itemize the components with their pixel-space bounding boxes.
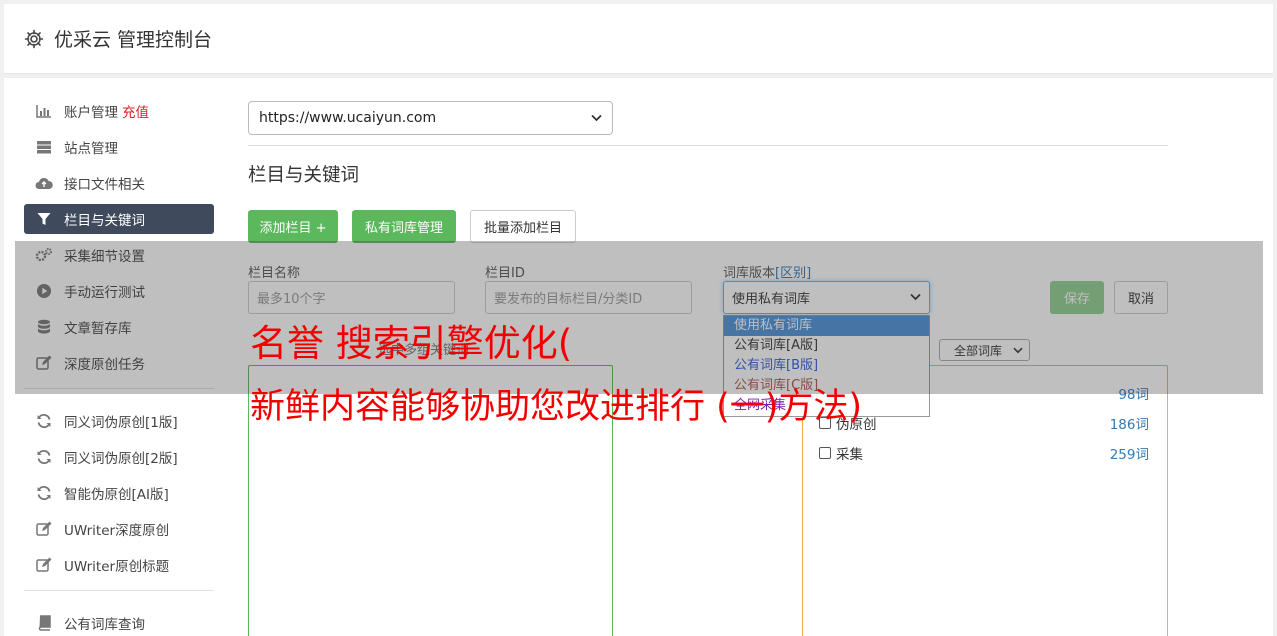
recharge-link[interactable]: 充值 <box>122 101 149 121</box>
sidebar-item-label: 同义词伪原创[1版] <box>64 415 178 431</box>
sidebar-item-label: UWriter深度原创 <box>64 523 170 539</box>
sidebar-item-synonym-v1[interactable]: 同义词伪原创[1版] <box>24 406 214 436</box>
private-lib-button[interactable]: 私有词库管理 <box>352 210 456 243</box>
sidebar-item-uwriter-title[interactable]: UWriter原创标题 <box>24 550 214 580</box>
lib-name: 采集 <box>836 447 863 463</box>
sidebar-item-label: 智能伪原创[AI版] <box>64 487 169 503</box>
add-column-button[interactable]: 添加栏目 + <box>248 210 338 243</box>
lib-checkbox[interactable] <box>819 447 831 459</box>
sidebar-item-label: 接口文件相关 <box>64 177 145 193</box>
sidebar-item-ai-rewrite[interactable]: 智能伪原创[AI版] <box>24 478 214 508</box>
edit-icon <box>35 556 53 574</box>
overlay-text-line-2: 新鲜内容能够协助您改进排行 (一)方法) <box>250 387 863 427</box>
refresh-icon <box>35 484 53 502</box>
gray-overlay-band <box>15 241 1263 394</box>
edit-icon <box>35 520 53 538</box>
gear-icon <box>24 29 44 49</box>
sidebar-item-label: 同义词伪原创[2版] <box>64 451 178 467</box>
batch-add-button[interactable]: 批量添加栏目 <box>470 210 576 243</box>
chevron-down-icon <box>591 110 602 126</box>
server-icon <box>35 138 53 156</box>
cloud-upload-icon <box>35 174 53 192</box>
sidebar-item-label: 账户管理 <box>64 105 118 121</box>
sidebar-item-interface[interactable]: 接口文件相关 <box>24 168 214 198</box>
list-item[interactable]: 采集 259词 <box>819 443 1149 463</box>
book-icon <box>35 614 53 632</box>
lib-count: 186词 <box>1109 417 1149 433</box>
section-title: 栏目与关键词 <box>248 165 360 186</box>
overlay-text-line-1: 名誉 搜索引擎优化( <box>250 322 573 365</box>
bar-chart-icon <box>35 102 53 120</box>
sidebar-item-label: 站点管理 <box>64 141 118 157</box>
filter-icon <box>35 210 53 228</box>
divider <box>248 145 1168 146</box>
sidebar-item-label: 公有词库查询 <box>64 617 145 633</box>
sidebar-item-label: 栏目与关键词 <box>64 213 145 229</box>
page-title: 优采云 管理控制台 <box>54 29 213 51</box>
sidebar-item-label: UWriter原创标题 <box>64 559 170 575</box>
sidebar-item-uwriter-deep[interactable]: UWriter深度原创 <box>24 514 214 544</box>
sidebar-divider <box>24 590 214 591</box>
sidebar-item-account[interactable]: 账户管理 充值 <box>24 96 214 126</box>
refresh-icon <box>35 448 53 466</box>
site-select-value: https://www.ucaiyun.com <box>259 110 437 126</box>
sidebar-item-sites[interactable]: 站点管理 <box>24 132 214 162</box>
refresh-icon <box>35 412 53 430</box>
site-select[interactable]: https://www.ucaiyun.com <box>248 101 613 135</box>
lib-count: 259词 <box>1109 447 1149 463</box>
sidebar-item-synonym-v2[interactable]: 同义词伪原创[2版] <box>24 442 214 472</box>
sidebar-item-public-lib[interactable]: 公有词库查询 <box>24 608 214 636</box>
app-header: 优采云 管理控制台 <box>4 4 1273 74</box>
sidebar-item-columns[interactable]: 栏目与关键词 <box>24 204 214 234</box>
